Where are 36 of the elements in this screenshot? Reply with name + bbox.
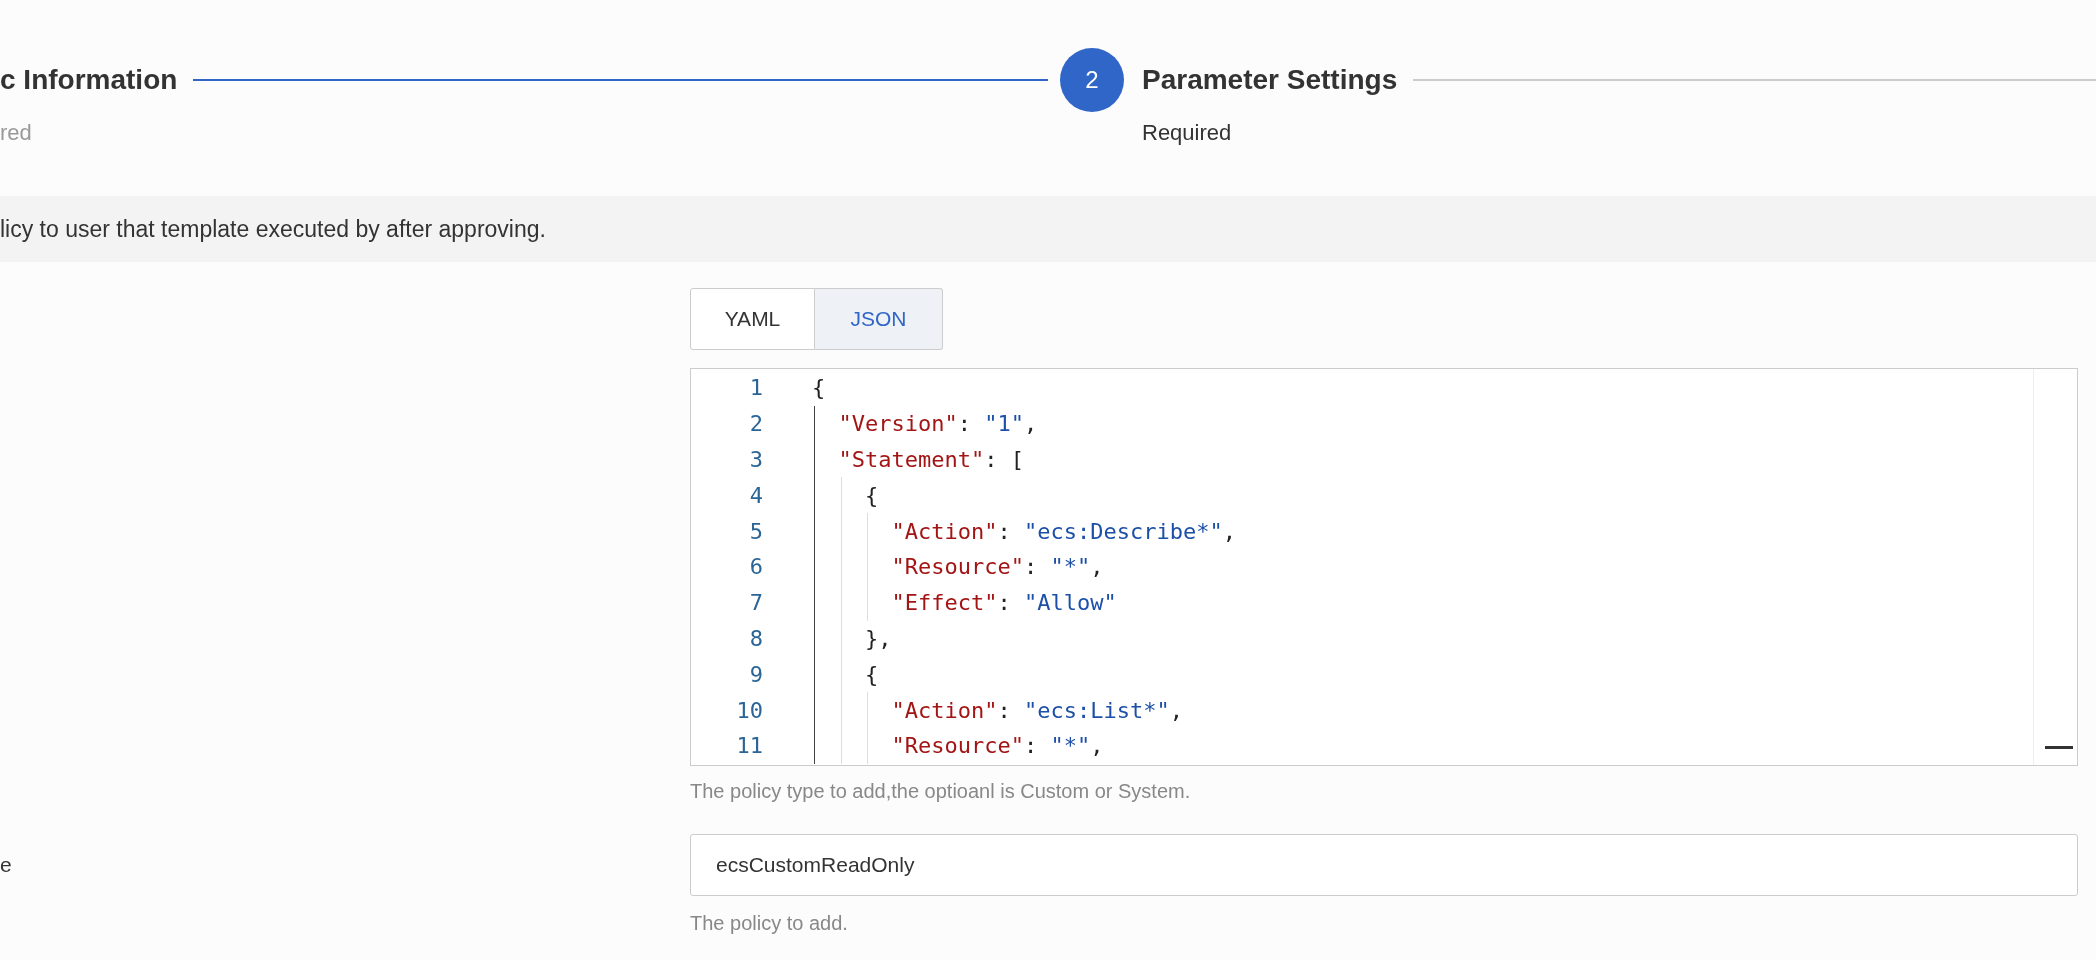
line-number: 10	[735, 696, 763, 725]
line-number: 4	[748, 481, 763, 510]
line-number: 9	[748, 660, 763, 689]
notice-text: licy to user that template executed by after approving.	[0, 214, 546, 244]
line-number: 5	[748, 517, 763, 546]
field-hint: The policy to add.	[690, 911, 849, 936]
format-tab[interactable]: YAML	[690, 288, 815, 350]
code-line: "Resource": "*",	[891, 553, 1104, 582]
line-number: 1	[748, 374, 763, 403]
policy-name-input[interactable]: ecsCustomReadOnly	[690, 834, 2078, 896]
step-title: c Information	[0, 63, 178, 97]
line-number: 7	[748, 589, 763, 618]
code-line: {	[865, 481, 879, 510]
code-line: "Action": "ecs:List*",	[891, 696, 1183, 725]
code-line: },	[865, 624, 892, 653]
step-number: 2	[1060, 48, 1124, 112]
line-number: 11	[735, 732, 763, 761]
code-line: "Version": "1",	[838, 410, 1038, 439]
step-title: Parameter Settings	[1142, 63, 1398, 97]
code-line: {	[812, 374, 826, 403]
code-line: "Effect": "Allow"	[891, 589, 1117, 618]
code-line: "Statement": [	[838, 446, 1024, 474]
field-label: e	[0, 852, 13, 879]
line-number: 3	[748, 446, 763, 474]
field-hint: The policy type to add,the optioanl is Custom or System.	[690, 779, 1192, 804]
code-editor[interactable]: 1 { 2 "Version": "1", 3 "Statement": [ 4 { 5 "Action": "ecs:Describe*", 6 "Resource": "*", 7 "Effect": "Allow" 8 }, 9 { 10 "Action": "ecs:List*", 11 "Resource": "*",	[690, 368, 2078, 766]
step-subtitle: Required	[1142, 119, 1233, 147]
code-line: "Resource": "*",	[891, 732, 1104, 761]
scroll-marker-icon	[2045, 746, 2073, 749]
format-tab[interactable]: JSON	[815, 288, 943, 350]
line-number: 8	[748, 624, 763, 653]
code-line: "Action": "ecs:Describe*",	[891, 517, 1236, 546]
line-number: 6	[748, 553, 763, 582]
line-number: 2	[748, 410, 763, 439]
code-line: {	[865, 660, 879, 689]
step-subtitle: red	[0, 119, 33, 147]
